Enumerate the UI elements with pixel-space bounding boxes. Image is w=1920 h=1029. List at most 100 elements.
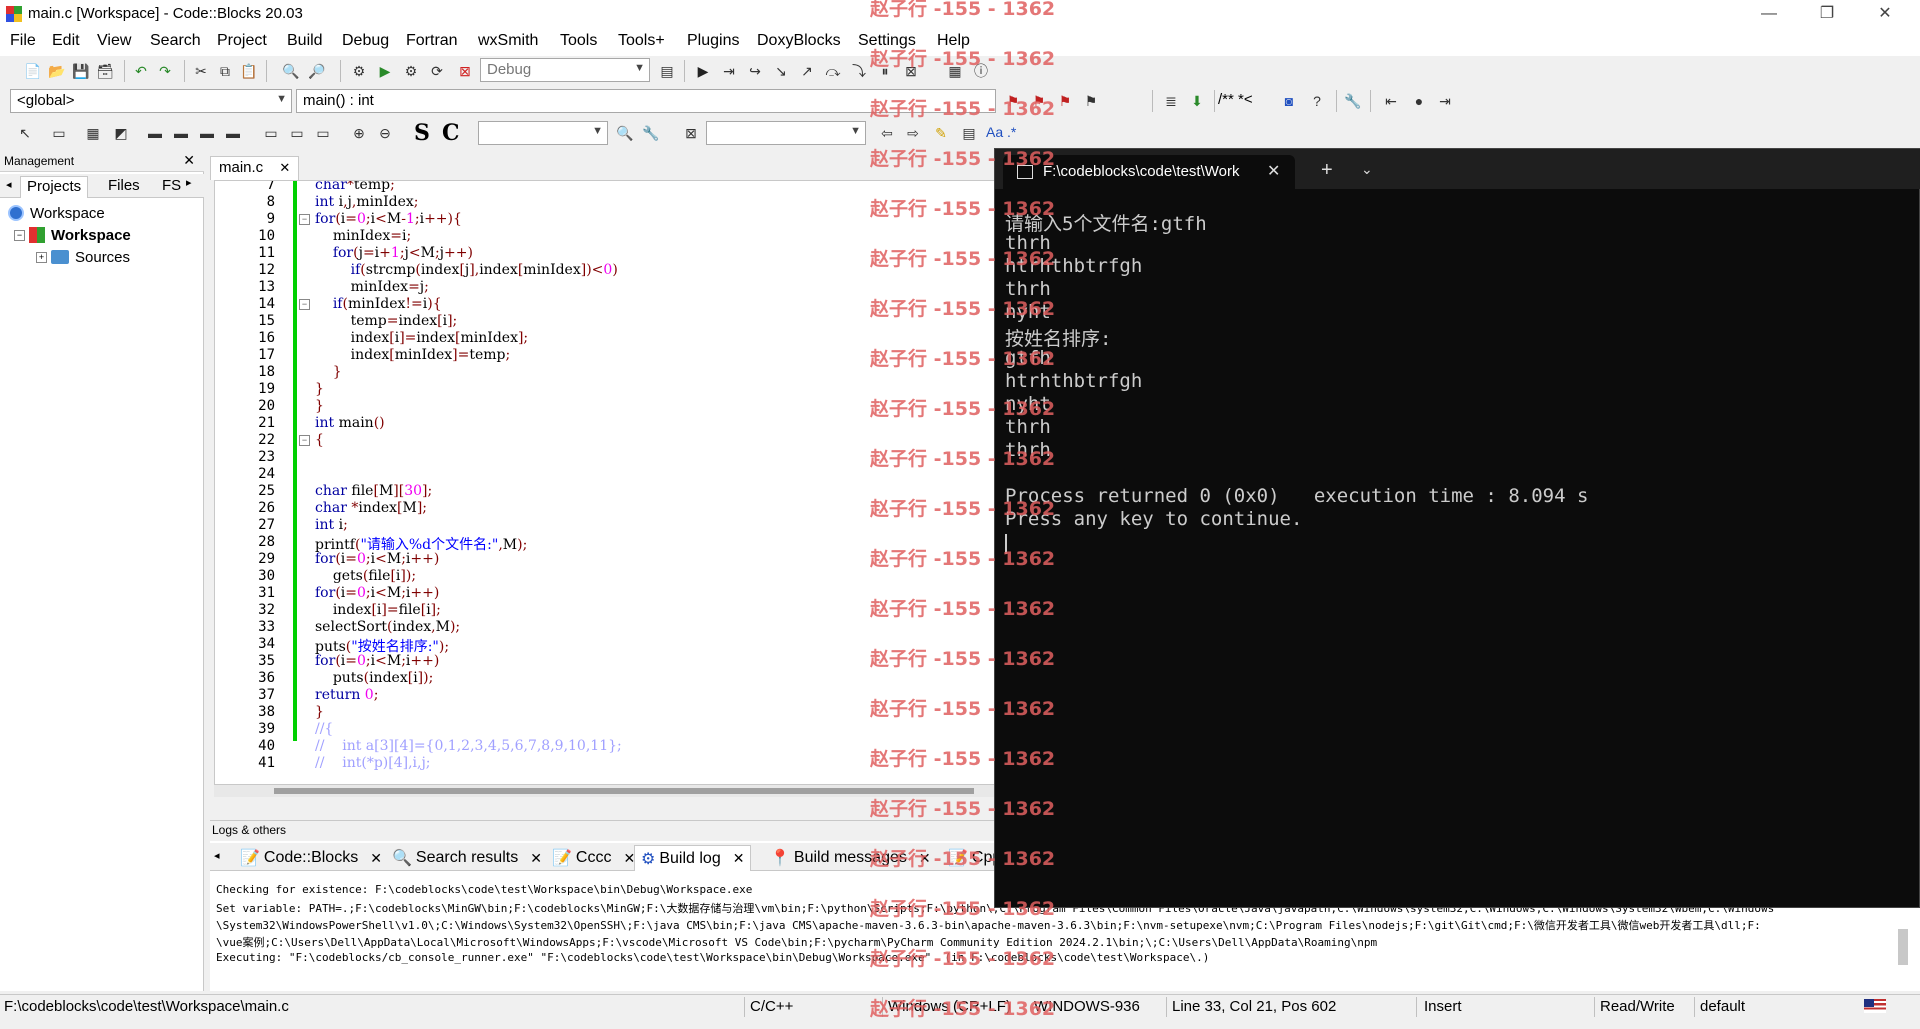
align-1-icon[interactable]: ▬ xyxy=(144,122,166,144)
step-instruction-icon[interactable]: ⤵ xyxy=(848,60,870,82)
rebuild-icon[interactable]: ⟳ xyxy=(426,60,448,82)
menu-debug[interactable]: Debug xyxy=(342,32,389,50)
code-line[interactable]: // int(*p)[4],i,j; xyxy=(315,755,431,771)
menu-doxyblocks[interactable]: DoxyBlocks xyxy=(757,32,841,50)
code-line[interactable]: temp=index[i]; xyxy=(315,313,458,329)
close-window-button[interactable]: ✕ xyxy=(1856,0,1914,28)
code-line[interactable]: //{ xyxy=(315,721,333,737)
code-line[interactable]: for(i=0;i<M;i++) xyxy=(315,551,439,567)
code-line[interactable]: minIdex=i; xyxy=(315,228,411,244)
search-combo-1[interactable]: ▼ xyxy=(478,121,608,145)
tab-main-c[interactable]: main.c ✕ xyxy=(210,156,300,180)
c-button[interactable]: C xyxy=(442,120,460,146)
code-line[interactable]: for(i=0;i<M-1;i++){ xyxy=(315,211,462,227)
expand-icon[interactable]: + xyxy=(36,251,47,263)
extract-docs-icon[interactable]: ⬇ xyxy=(1186,90,1208,112)
menu-file[interactable]: File xyxy=(10,32,36,50)
selection-icon[interactable]: ▤ xyxy=(958,122,980,144)
code-line[interactable]: int i; xyxy=(315,517,348,533)
menu-fortran[interactable]: Fortran xyxy=(406,32,458,50)
code-line[interactable]: return 0; xyxy=(315,687,378,703)
code-line[interactable]: minIdex=j; xyxy=(315,279,429,295)
next-line-icon[interactable]: ↪ xyxy=(744,60,766,82)
find-prev-icon[interactable]: ⇦ xyxy=(876,122,898,144)
border-2-icon[interactable]: ▭ xyxy=(286,122,308,144)
menu-wxsmith[interactable]: wxSmith xyxy=(478,32,538,50)
maximize-button[interactable]: ❐ xyxy=(1798,0,1856,28)
open-folder-icon[interactable]: 📂 xyxy=(46,60,68,82)
collapse-icon[interactable]: − xyxy=(14,229,25,241)
tab-projects[interactable]: Projects xyxy=(20,176,89,198)
minimize-button[interactable]: — xyxy=(1740,0,1798,28)
widget-split-icon[interactable]: ◩ xyxy=(110,122,132,144)
search-options-icon[interactable]: 🔧 xyxy=(640,122,662,144)
html-docs-icon[interactable]: ◙ xyxy=(1278,90,1300,112)
tree-item-workspace-project[interactable]: − Workspace xyxy=(14,224,131,246)
help-icon[interactable]: ? xyxy=(1306,90,1328,112)
jump-back-icon[interactable]: ⇤ xyxy=(1380,90,1402,112)
debug-start-icon[interactable]: ▶ xyxy=(692,60,714,82)
code-line[interactable]: index[i]=file[i]; xyxy=(315,602,441,618)
code-line[interactable]: char *index[M]; xyxy=(315,500,427,516)
tab-scroll-right-icon[interactable]: ▸ xyxy=(186,176,192,189)
tree-item-sources[interactable]: + Sources xyxy=(36,246,130,268)
menu-tools[interactable]: Tools xyxy=(560,32,597,50)
close-icon[interactable]: ✕ xyxy=(183,152,195,169)
tab-search-results[interactable]: 🔍 Search results ✕ xyxy=(386,845,548,871)
code-line[interactable]: index[i]=index[minIdex]; xyxy=(315,330,529,346)
scope-select[interactable]: <global> ▼ xyxy=(10,89,292,113)
code-line[interactable]: } xyxy=(315,364,342,380)
regex-toggle[interactable]: Aa .* xyxy=(986,124,1016,140)
code-line[interactable]: if(strcmp(index[j],index[minIdex])<0) xyxy=(315,262,618,278)
zoom-out-icon[interactable]: ⊖ xyxy=(374,122,396,144)
jump-forward-icon[interactable]: ⇥ xyxy=(1434,90,1456,112)
search-go-icon[interactable]: 🔍 xyxy=(614,122,636,144)
undo-icon[interactable]: ↶ xyxy=(130,60,152,82)
run-to-cursor-icon[interactable]: ⇥ xyxy=(718,60,740,82)
find-icon[interactable]: 🔍 xyxy=(280,60,302,82)
code-line[interactable]: } xyxy=(315,398,324,414)
menu-plugins[interactable]: Plugins xyxy=(687,32,739,50)
highlight-icon[interactable]: ✎ xyxy=(930,122,952,144)
close-icon[interactable]: ✕ xyxy=(279,160,290,175)
zoom-in-icon[interactable]: ⊕ xyxy=(348,122,370,144)
menu-search[interactable]: Search xyxy=(150,32,201,50)
tab-fs[interactable]: FS xyxy=(156,176,187,198)
new-file-icon[interactable]: 📄 xyxy=(22,60,44,82)
menu-tools-plus[interactable]: Tools+ xyxy=(618,32,665,50)
tab-scroll-left-icon[interactable]: ◂ xyxy=(214,849,220,862)
step-out-icon[interactable]: ↗ xyxy=(796,60,818,82)
widget-box-icon[interactable]: ▭ xyxy=(48,122,70,144)
abort-icon[interactable]: ⊠ xyxy=(454,60,476,82)
tree-item-workspace-root[interactable]: Workspace xyxy=(8,202,105,224)
log-vertical-scrollbar[interactable] xyxy=(1898,929,1908,965)
record-icon[interactable]: ● xyxy=(1408,90,1430,112)
new-tab-plus-icon[interactable]: + xyxy=(1321,159,1333,182)
save-all-icon[interactable]: 🗃 xyxy=(94,60,116,82)
wrench-icon[interactable]: 🔧 xyxy=(1342,90,1364,112)
chevron-down-icon[interactable]: ⌄ xyxy=(1361,161,1373,178)
code-line[interactable]: char file[M][30]; xyxy=(315,483,432,499)
tab-codeblocks-log[interactable]: 📝 Code::Blocks ✕ xyxy=(234,845,388,871)
paste-icon[interactable]: 📋 xyxy=(238,60,260,82)
code-line[interactable]: gets(file[i]); xyxy=(315,568,416,584)
redo-icon[interactable]: ↷ xyxy=(154,60,176,82)
fold-toggle-icon[interactable]: − xyxy=(299,435,310,446)
align-3-icon[interactable]: ▬ xyxy=(196,122,218,144)
bookmark-next-icon[interactable]: ⚑ xyxy=(1054,90,1076,112)
menu-view[interactable]: View xyxy=(97,32,131,50)
menu-project[interactable]: Project xyxy=(217,32,267,50)
code-line[interactable]: // int a[3][4]={0,1,2,3,4,5,6,7,8,9,10,1… xyxy=(315,738,622,754)
tab-scroll-left-icon[interactable]: ◂ xyxy=(6,178,12,191)
fold-toggle-icon[interactable]: − xyxy=(299,214,310,225)
code-line[interactable]: selectSort(index,M); xyxy=(315,619,460,635)
replace-icon[interactable]: 🔎 xyxy=(306,60,328,82)
close-icon[interactable]: ✕ xyxy=(733,850,745,867)
menu-build[interactable]: Build xyxy=(287,32,323,50)
close-icon[interactable]: ✕ xyxy=(370,850,382,867)
next-instruction-icon[interactable]: ⤼ xyxy=(822,60,844,82)
build-target-select[interactable]: Debug ▼ xyxy=(480,58,650,82)
code-line[interactable]: for(i=0;i<M;i++) xyxy=(315,653,439,669)
build-gear-icon[interactable]: ⚙ xyxy=(348,60,370,82)
pointer-icon[interactable]: ↖ xyxy=(14,122,36,144)
